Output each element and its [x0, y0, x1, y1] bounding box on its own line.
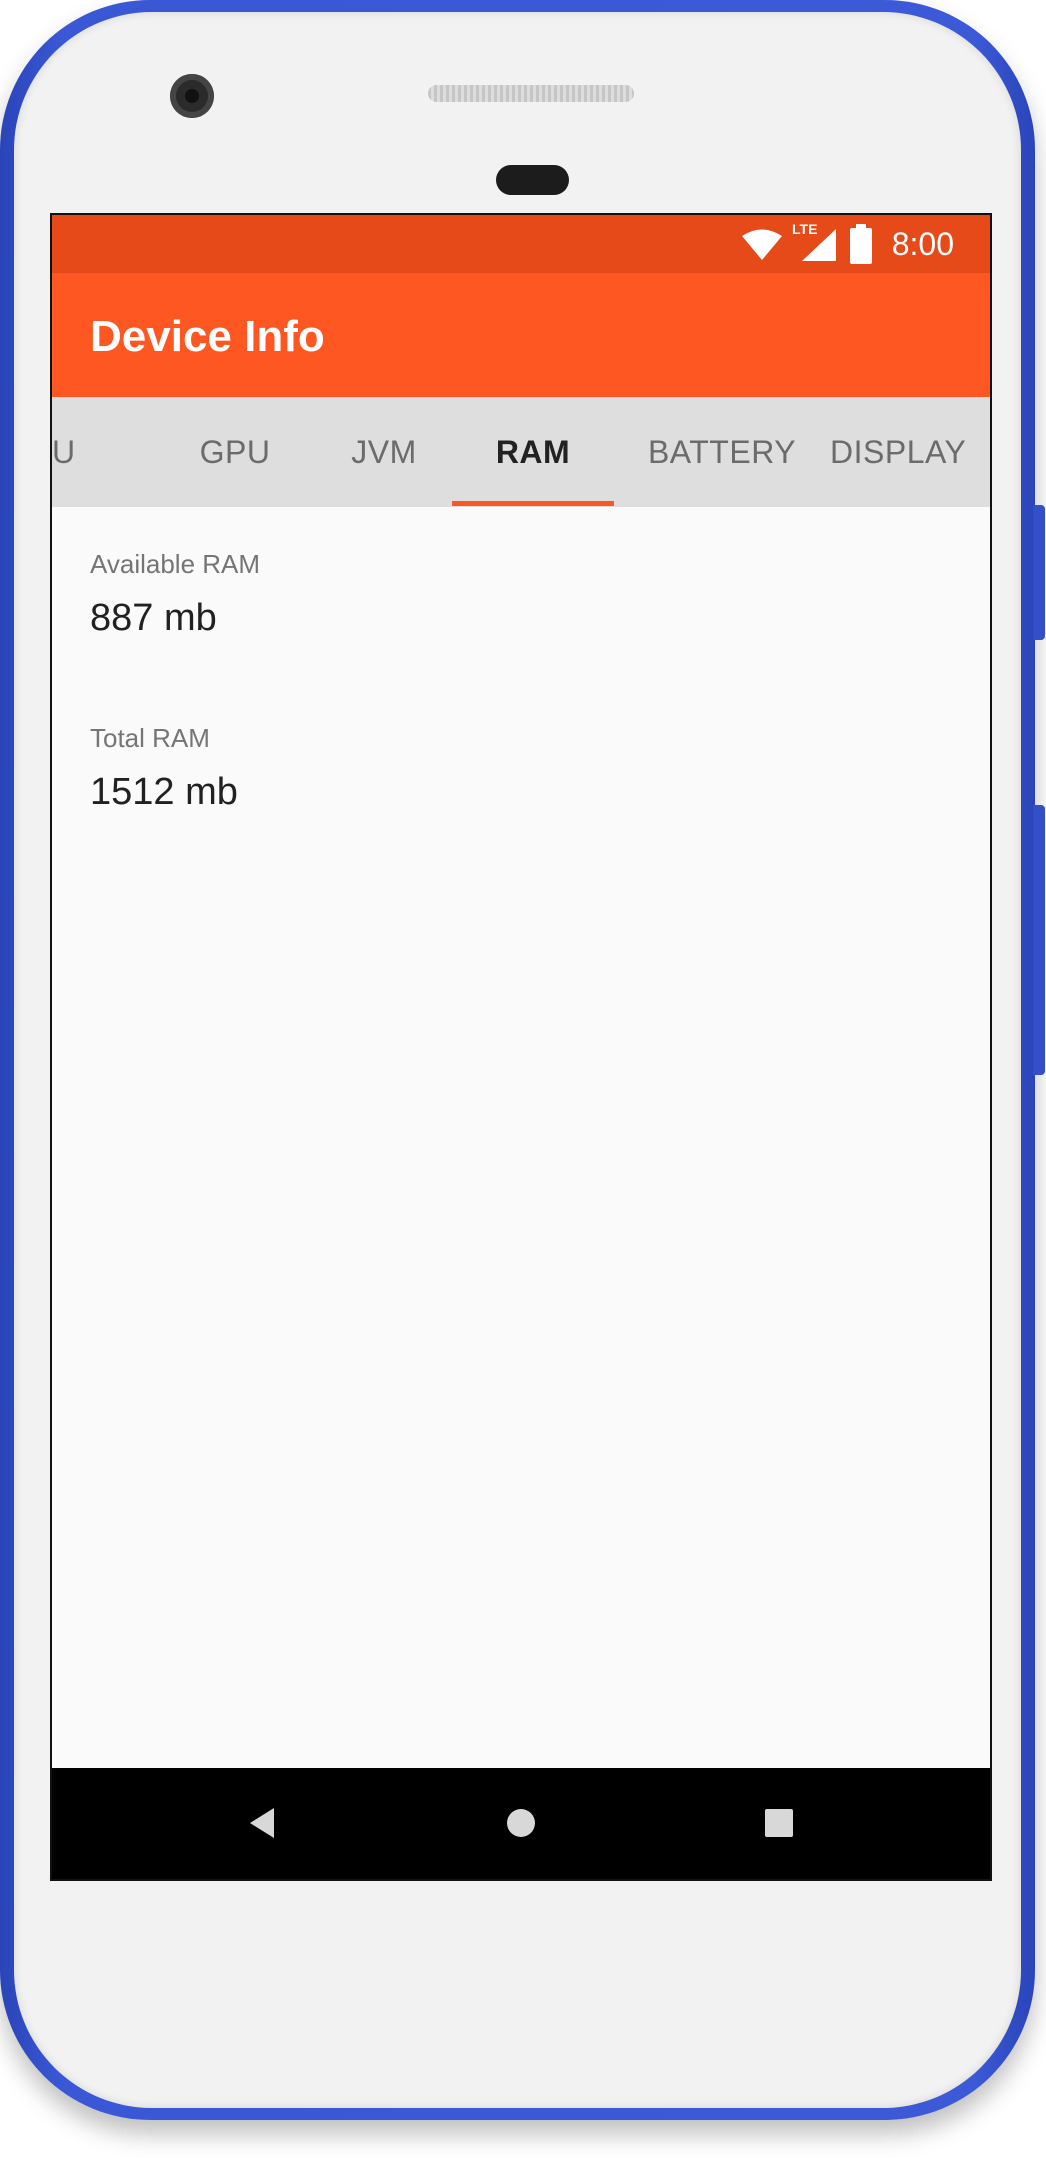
earpiece-sensor	[496, 165, 569, 195]
status-bar: LTE 8:00	[52, 215, 990, 273]
total-ram-label: Total RAM	[90, 723, 210, 753]
speaker-grille	[428, 85, 634, 102]
tab-indicator	[452, 501, 614, 506]
total-ram-value: 1512 mb	[90, 771, 238, 813]
navigation-bar	[52, 1768, 990, 1879]
back-icon[interactable]	[238, 1798, 288, 1848]
app-title: Device Info	[90, 312, 325, 361]
volume-button	[1033, 505, 1045, 640]
available-ram-value: 887 mb	[90, 597, 217, 639]
tab-bar: U GPU JVM RAM BATTERY DISPLAY	[52, 397, 990, 507]
tab-jvm[interactable]: JVM	[314, 397, 454, 507]
status-time: 8:00	[891, 226, 954, 262]
tab-display[interactable]: DISPLAY	[830, 397, 990, 507]
recents-icon[interactable]	[754, 1798, 804, 1848]
tab-cpu[interactable]: U	[52, 397, 76, 507]
wifi-icon	[742, 229, 782, 260]
app-bar: Device Info	[52, 273, 990, 397]
battery-icon	[850, 224, 872, 264]
tab-battery[interactable]: BATTERY	[622, 397, 822, 507]
tab-gpu[interactable]: GPU	[160, 397, 310, 507]
lte-label: LTE	[792, 221, 818, 237]
tab-ram[interactable]: RAM	[452, 397, 614, 507]
available-ram-label: Available RAM	[90, 549, 261, 579]
power-button	[1033, 805, 1045, 1075]
device-screen: LTE 8:00 Device Info U GPU JVM RAM BATTE…	[50, 213, 992, 1881]
front-camera	[170, 74, 214, 118]
home-icon[interactable]	[496, 1798, 546, 1848]
